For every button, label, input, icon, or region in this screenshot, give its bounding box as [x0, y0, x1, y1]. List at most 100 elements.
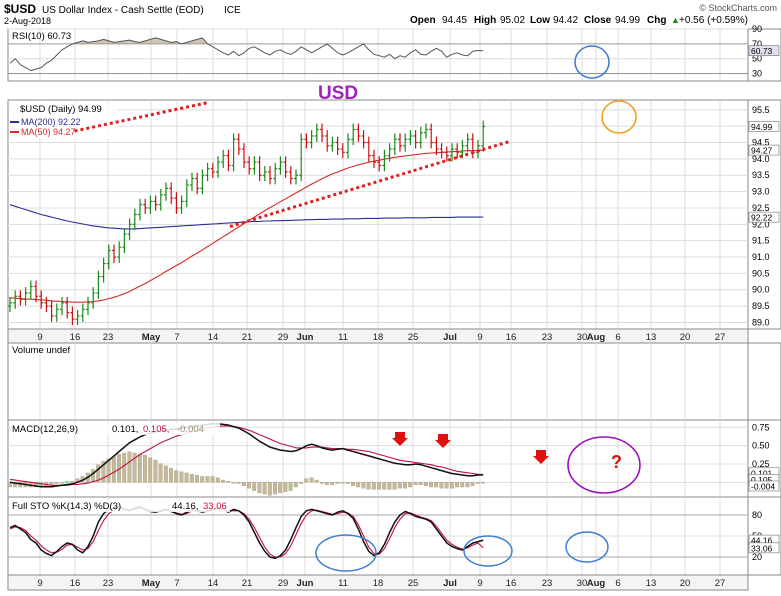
macd-hist-bar	[309, 477, 314, 483]
x-tick-label: 14	[208, 332, 219, 343]
macd-hist-bar	[460, 482, 465, 488]
x-tick-label: 30	[577, 332, 588, 343]
chart-header: $USD US Dollar Index - Cash Settle (EOD)…	[4, 2, 777, 26]
chart-date: 2-Aug-2018	[4, 16, 51, 26]
macd-hist-bar	[189, 473, 194, 483]
symbol-name: US Dollar Index - Cash Settle (EOD)	[42, 5, 204, 16]
sto-ytick: 20	[752, 552, 762, 562]
macd-hist-bar	[392, 482, 397, 490]
x-tick-label: 6	[615, 332, 620, 343]
x-tick-label: Jul	[443, 332, 457, 343]
x-tick-label: 16	[506, 578, 517, 589]
x-tick-label: 29	[278, 332, 289, 343]
macd-hist-bar	[111, 456, 116, 483]
x-tick-label: 9	[477, 578, 482, 589]
macd-hist-bar	[184, 472, 189, 483]
macd-legend-signal: 0.105,	[143, 424, 169, 435]
x-tick-label: 18	[373, 578, 384, 589]
x-tick-label: 23	[542, 578, 553, 589]
ohlc-open-value: 94.45	[442, 15, 467, 26]
macd-hist-bar	[319, 482, 324, 484]
x-tick-label: 11	[338, 578, 348, 589]
x-tick-label: 11	[338, 332, 348, 343]
macd-hist-bar	[382, 482, 387, 490]
rsi-panel: 9070503060.73RSI(10) 60.73	[7, 24, 781, 82]
macd-hist-bar	[127, 451, 132, 483]
macd-hist-bar	[49, 482, 54, 485]
price-ytick: 92.5	[752, 203, 770, 213]
macd-hist-bar	[444, 482, 449, 489]
macd-hist-bar	[143, 455, 147, 483]
source-credit: © StockCharts.com	[699, 3, 777, 13]
x-tick-label: Jun	[297, 332, 314, 343]
macd-hist-bar	[231, 482, 236, 484]
macd-legend-prefix: MACD(12,26,9)	[12, 424, 78, 435]
macd-hist-bar	[137, 454, 142, 483]
macd-hist-bar	[288, 482, 293, 491]
x-tick-label: 16	[70, 578, 81, 589]
macd-hist-bar	[273, 482, 277, 495]
macd-hist-bar	[429, 482, 433, 488]
macd-hist-bar	[122, 452, 127, 483]
stock-chart: $USD US Dollar Index - Cash Settle (EOD)…	[0, 0, 781, 591]
rsi-ytick: 30	[752, 69, 762, 79]
macd-hist-bar	[148, 457, 153, 483]
macd-hist-bar	[252, 482, 257, 491]
macd-hist-bar	[195, 475, 199, 483]
ohlc-high-value: 95.02	[500, 15, 525, 26]
macd-hist-bar	[366, 482, 371, 490]
macd-hist-bar	[340, 482, 345, 484]
rsi-ytick: 90	[752, 24, 762, 34]
macd-hist-bar	[475, 482, 480, 484]
macd-hist-bar	[371, 482, 376, 490]
price-ytick: 91.0	[752, 252, 770, 262]
macd-hist-bar	[423, 482, 428, 487]
macd-hist-bar	[439, 482, 444, 489]
x-tick-label: 9	[477, 332, 482, 343]
macd-hist-bar	[278, 482, 283, 494]
x-axis-top: 9 16 23 May 7 14 21 29 Jun 11 18 25 Jul 9 16 23 30 Aug 6 13…	[7, 328, 749, 344]
sto-ytick: 80	[752, 510, 762, 520]
macd-hist-bar	[179, 471, 184, 483]
macd-hist-bar	[397, 482, 402, 489]
macd-hist-bar	[449, 482, 454, 489]
rsi-legend: RSI(10) 60.73	[12, 31, 71, 42]
x-tick-label: 21	[242, 332, 253, 343]
x-axis-bottom: 9 16 23 May 7 14 21 29 Jun 11 18 25 Jul 9 16 23 30 Aug 6 13…	[7, 574, 749, 591]
x-tick-label: 9	[37, 332, 42, 343]
macd-hist-bar	[455, 482, 459, 488]
macd-hist-bar	[377, 482, 381, 490]
macd-hist-bar	[293, 482, 298, 488]
macd-hist-bar	[205, 476, 210, 483]
volume-panel: Volume undef	[7, 342, 781, 421]
x-tick-label: 16	[506, 332, 517, 343]
sto-legend-d: 33.06	[203, 501, 227, 512]
x-tick-label: 16	[70, 332, 81, 343]
macd-hist-bar	[356, 482, 361, 488]
ohlc-low-label: Low	[530, 15, 550, 26]
price-panel: 89.089.590.090.591.091.592.092.593.093.5…	[7, 99, 781, 330]
macd-hist-bar	[236, 482, 241, 484]
macd-hist-bar	[314, 479, 319, 483]
macd-hist-bar	[163, 465, 168, 483]
macd-hist-bar	[221, 479, 225, 483]
macd-hist-bar	[434, 482, 439, 488]
x-tick-label: 23	[103, 578, 114, 589]
macd-hist-bar	[54, 482, 59, 484]
x-tick-label: 7	[174, 332, 179, 343]
macd-hist-bar	[267, 482, 272, 496]
ma200-last-value: 92.22	[751, 213, 773, 223]
x-tick-label: 14	[208, 578, 219, 589]
macd-hist-bar	[241, 482, 246, 487]
ohlc-chg-value: +0.56 (+0.59%)	[679, 15, 748, 26]
x-tick-label: 27	[715, 578, 726, 589]
ohlc-readout: Open 94.45 High 95.02 Low 94.42 Close 94…	[410, 15, 748, 26]
ohlc-high-label: High	[474, 15, 496, 26]
x-tick-label: May	[142, 332, 161, 343]
macd-hist-bar	[465, 482, 470, 488]
macd-hist-bar	[169, 468, 173, 483]
macd-question-mark: ?	[611, 452, 622, 472]
macd-hist-bar	[325, 482, 329, 485]
price-ytick: 93.5	[752, 170, 770, 180]
macd-hist-bar	[226, 481, 231, 483]
